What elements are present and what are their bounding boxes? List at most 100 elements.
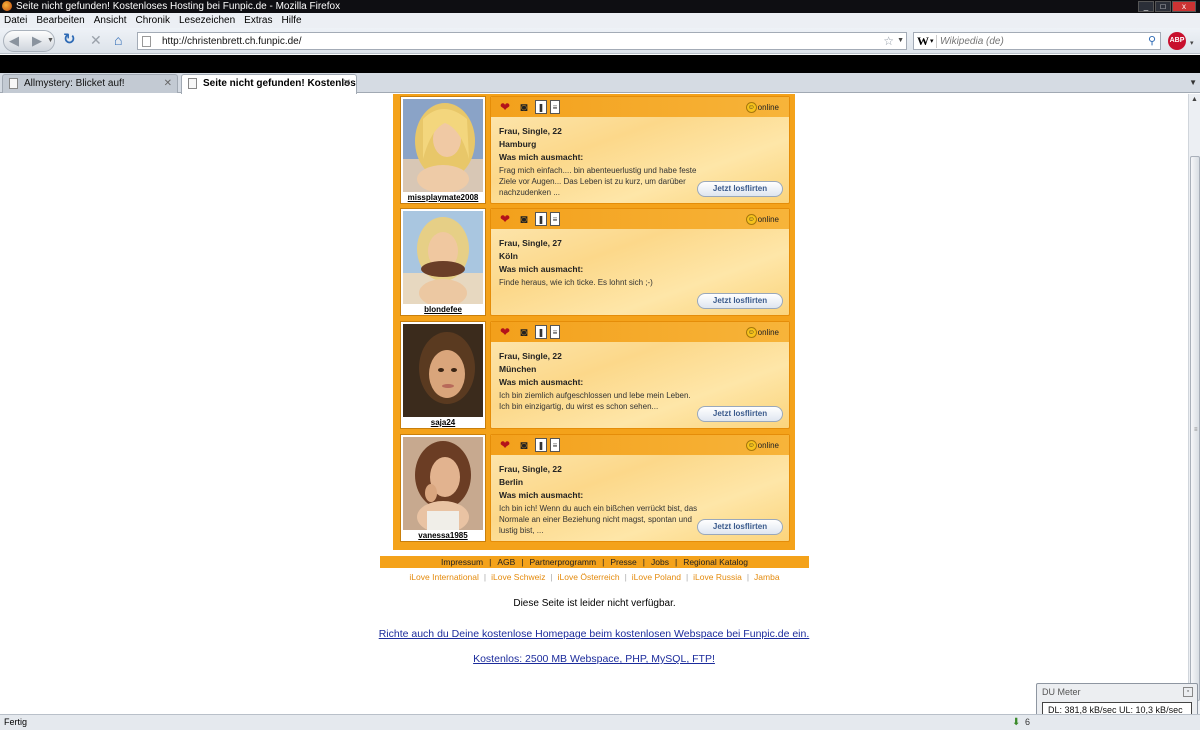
search-input[interactable] xyxy=(940,34,1140,48)
profile-info-card: ❤ ◙ ❚ ≡ ☺ online Frau, Single, 22 Hamburg… xyxy=(490,96,790,204)
search-bar[interactable]: W ▾ ⚲ xyxy=(913,32,1161,50)
footer-link-agb[interactable]: AGB xyxy=(497,557,515,567)
footer-link-ilove-international[interactable]: iLove International xyxy=(409,572,478,582)
maximize-button[interactable]: □ xyxy=(1155,1,1171,12)
separator: | xyxy=(685,572,689,582)
footer-link-ilove-poland[interactable]: iLove Poland xyxy=(632,572,681,582)
profile-action-icons: ❤ ◙ ❚ ≡ xyxy=(497,325,560,339)
book-icon[interactable]: ❚ xyxy=(535,438,547,452)
profile-action-icons: ❤ ◙ ❚ ≡ xyxy=(497,100,560,114)
tab-close-icon[interactable]: ✕ xyxy=(343,75,351,92)
profile-photo[interactable]: missplaymate2008 xyxy=(400,96,486,204)
profile-username[interactable]: saja24 xyxy=(401,417,485,428)
flirt-button[interactable]: Jetzt losflirten xyxy=(697,181,783,197)
flirt-button[interactable]: Jetzt losflirten xyxy=(697,519,783,535)
stop-icon[interactable]: ✕ xyxy=(90,32,102,48)
toolbar-strip xyxy=(0,55,1200,73)
note-icon[interactable]: ≡ xyxy=(550,325,560,339)
profile-city: Berlin xyxy=(499,477,524,487)
home-icon[interactable]: ⌂ xyxy=(114,32,122,48)
download-icon[interactable]: ⬇ xyxy=(1012,717,1020,728)
close-window-button[interactable]: x xyxy=(1172,1,1196,12)
search-icon[interactable]: ⚲ xyxy=(1148,34,1156,47)
note-icon[interactable]: ≡ xyxy=(550,212,560,226)
footer-link-ilove-russia[interactable]: iLove Russia xyxy=(693,572,742,582)
adblock-dropdown-icon[interactable]: ▾ xyxy=(1190,39,1194,47)
menu-extras[interactable]: Extras xyxy=(244,13,272,28)
profile-info-card: ❤ ◙ ❚ ≡ ☺ online Frau, Single, 27 Köln Wa… xyxy=(490,208,790,316)
profile-info-card: ❤ ◙ ❚ ≡ ☺ online Frau, Single, 22 München… xyxy=(490,321,790,429)
menu-datei[interactable]: Datei xyxy=(4,13,27,28)
camera-icon[interactable]: ◙ xyxy=(516,438,532,452)
profile-image[interactable] xyxy=(403,437,483,530)
heart-icon[interactable]: ❤ xyxy=(497,100,513,114)
vertical-scrollbar[interactable]: ▲ ≡ ▼ xyxy=(1188,94,1200,714)
footer-link-impressum[interactable]: Impressum xyxy=(441,557,483,567)
history-dropdown-icon[interactable]: ▼ xyxy=(47,37,54,44)
separator: | xyxy=(642,557,645,567)
search-engine-dropdown-icon[interactable]: ▾ xyxy=(930,37,934,45)
camera-icon[interactable]: ◙ xyxy=(516,325,532,339)
url-bar[interactable]: http://christenbrett.ch.funpic.de/ ☆ ▼ xyxy=(137,32,907,50)
footer-link-regional-katalog[interactable]: Regional Katalog xyxy=(683,557,748,567)
footer-link-jobs[interactable]: Jobs xyxy=(651,557,669,567)
profile-username[interactable]: blondefee xyxy=(401,304,485,315)
navigation-toolbar: ◀ ▶ ▼ ↻ ✕ ⌂ http://christenbrett.ch.funp… xyxy=(0,28,1200,54)
profile-photo[interactable]: vanessa1985 xyxy=(400,434,486,542)
camera-icon[interactable]: ◙ xyxy=(516,100,532,114)
footer-link-ilove-schweiz[interactable]: iLove Schweiz xyxy=(491,572,545,582)
menu-ansicht[interactable]: Ansicht xyxy=(94,13,127,28)
note-icon[interactable]: ≡ xyxy=(550,438,560,452)
heart-icon[interactable]: ❤ xyxy=(497,438,513,452)
menu-hilfe[interactable]: Hilfe xyxy=(282,13,302,28)
profile-city: Hamburg xyxy=(499,139,537,149)
book-icon[interactable]: ❚ xyxy=(535,325,547,339)
profile-photo[interactable]: saja24 xyxy=(400,321,486,429)
profile-bio: Ich bin ziemlich aufgeschlossen und lebe… xyxy=(499,391,691,411)
url-text[interactable]: http://christenbrett.ch.funpic.de/ xyxy=(162,35,302,48)
profile-photo[interactable]: blondefee xyxy=(400,208,486,316)
profile-card: vanessa1985 ❤ ◙ ❚ ≡ ☺ online Frau, Single… xyxy=(393,432,795,544)
scrollbar-thumb[interactable]: ≡ xyxy=(1190,156,1200,701)
flirt-button[interactable]: Jetzt losflirten xyxy=(697,293,783,309)
reload-icon[interactable]: ↻ xyxy=(63,32,76,48)
menu-bearbeiten[interactable]: Bearbeiten xyxy=(36,13,84,28)
footer-link-jamba[interactable]: Jamba xyxy=(754,572,780,582)
footer-link-partnerprogramm[interactable]: Partnerprogramm xyxy=(529,557,596,567)
book-icon[interactable]: ❚ xyxy=(535,100,547,114)
profile-image[interactable] xyxy=(403,99,483,192)
flirt-button[interactable]: Jetzt losflirten xyxy=(697,406,783,422)
profiles-panel: missplaymate2008 ❤ ◙ ❚ ≡ ☺ online Frau, S… xyxy=(393,94,795,550)
profile-username[interactable]: vanessa1985 xyxy=(401,530,485,541)
back-icon[interactable]: ◀ xyxy=(9,34,19,48)
footer-link-ilove-oesterreich[interactable]: iLove Österreich xyxy=(558,572,620,582)
minimize-button[interactable]: _ xyxy=(1138,1,1154,12)
heart-icon[interactable]: ❤ xyxy=(497,325,513,339)
download-count[interactable]: 6 xyxy=(1025,715,1037,730)
profile-image[interactable] xyxy=(403,324,483,417)
promo-link-webspace[interactable]: Kostenlos: 2500 MB Webspace, PHP, MySQL,… xyxy=(300,653,888,665)
menu-chronik[interactable]: Chronik xyxy=(136,13,170,28)
forward-icon[interactable]: ▶ xyxy=(32,34,42,48)
scroll-up-icon[interactable]: ▲ xyxy=(1189,94,1200,105)
search-engine-icon[interactable]: W xyxy=(917,34,929,48)
bookmark-star-icon[interactable]: ☆ xyxy=(883,34,894,48)
url-dropdown-icon[interactable]: ▼ xyxy=(897,37,904,44)
book-icon[interactable]: ❚ xyxy=(535,212,547,226)
profile-image[interactable] xyxy=(403,211,483,304)
heart-icon[interactable]: ❤ xyxy=(497,212,513,226)
menu-lesezeichen[interactable]: Lesezeichen xyxy=(179,13,235,28)
du-meter-close-icon[interactable]: ▫ xyxy=(1183,687,1193,697)
tab-allmystery[interactable]: Allmystery: Blicket auf! ✕ xyxy=(2,74,178,93)
profile-username[interactable]: missplaymate2008 xyxy=(401,192,485,203)
online-label: online xyxy=(757,441,779,450)
list-all-tabs-icon[interactable]: ▼ xyxy=(1189,78,1197,87)
tab-close-icon[interactable]: ✕ xyxy=(164,75,172,92)
promo-link-homepage[interactable]: Richte auch du Deine kostenlose Homepage… xyxy=(300,628,888,640)
footer-link-presse[interactable]: Presse xyxy=(610,557,636,567)
tab-funpic[interactable]: Seite nicht gefunden! Kostenlose... ✕ xyxy=(181,74,357,94)
not-available-notice: Diese Seite ist leider nicht verfügbar. xyxy=(513,598,676,609)
adblock-icon[interactable]: ABP xyxy=(1168,32,1186,50)
note-icon[interactable]: ≡ xyxy=(550,100,560,114)
camera-icon[interactable]: ◙ xyxy=(516,212,532,226)
